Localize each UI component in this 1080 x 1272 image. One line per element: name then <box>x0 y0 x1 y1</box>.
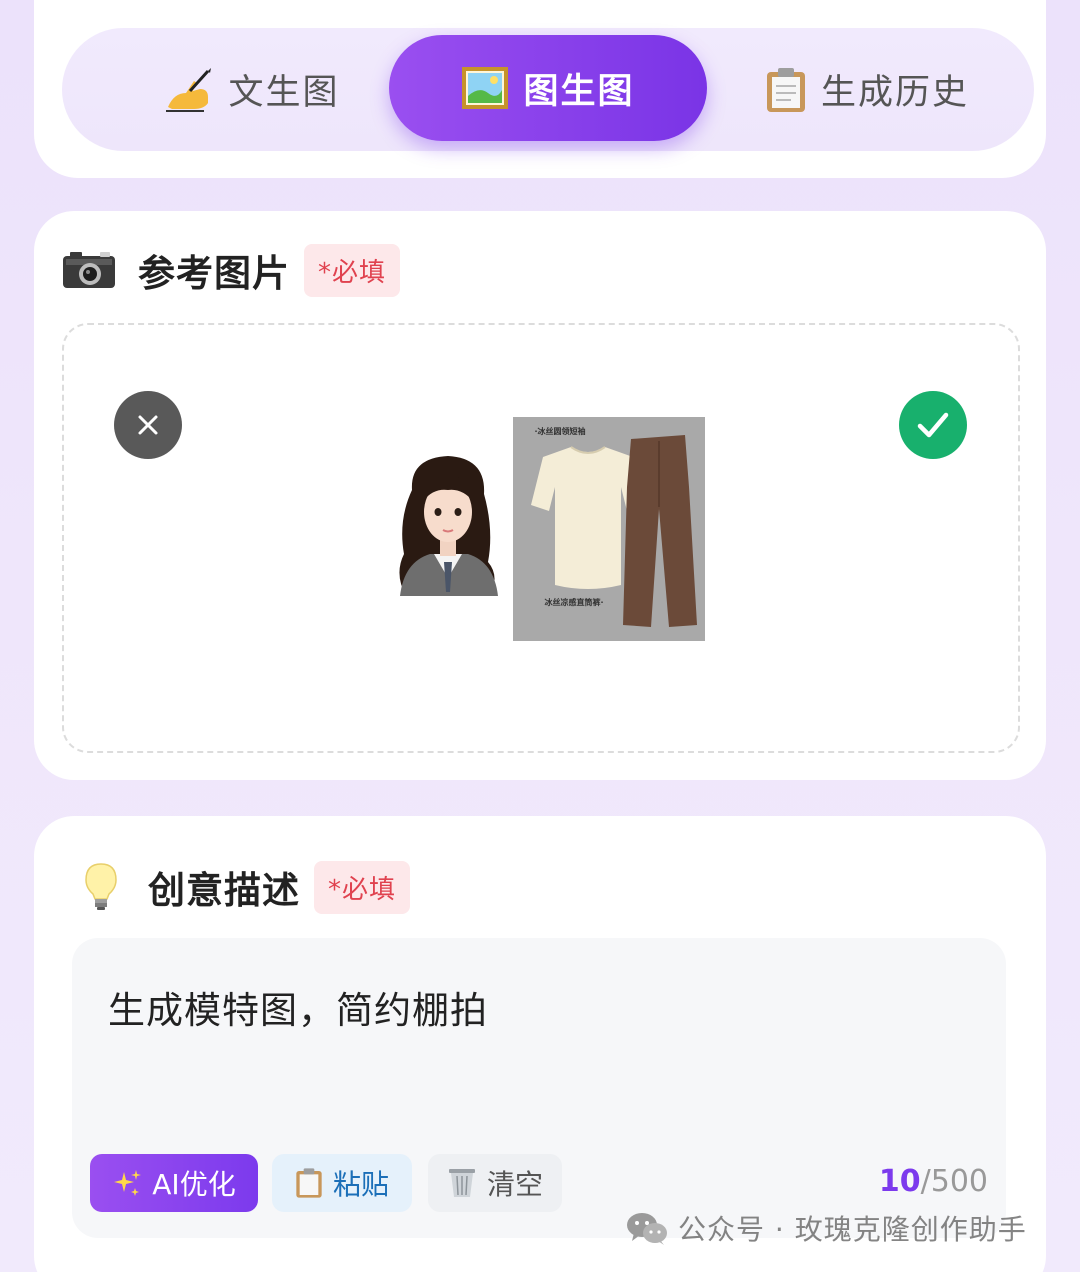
reference-outfit-image: ·冰丝圆领短袖 冰丝凉感直筒裤· <box>513 417 705 641</box>
confirm-image-button[interactable] <box>899 391 967 459</box>
description-card: 创意描述 *必填 生成模特图，简约棚拍 AI优化 粘贴 清空 10/500 <box>34 816 1046 1272</box>
remove-image-button[interactable] <box>114 391 182 459</box>
clear-button[interactable]: 清空 <box>428 1154 562 1212</box>
wastebasket-icon <box>448 1169 475 1197</box>
character-counter: 10/500 <box>879 1164 988 1199</box>
lightbulb-icon <box>85 863 117 910</box>
watermark-text: 公众号 · 玫瑰克隆创作助手 <box>678 1213 1027 1246</box>
ai-optimize-button[interactable]: AI优化 <box>90 1154 258 1212</box>
clipboard-icon <box>296 1168 322 1198</box>
tab-label: 生成历史 <box>820 73 969 113</box>
sparkles-icon <box>114 1170 142 1196</box>
watermark: 公众号 · 玫瑰克隆创作助手 <box>626 1208 1027 1248</box>
paste-label: 粘贴 <box>332 1168 389 1201</box>
tab-label: 图生图 <box>523 71 635 112</box>
tab-text-to-image[interactable]: 文生图 <box>102 28 402 151</box>
reference-portrait-image <box>390 450 508 596</box>
required-badge: *必填 <box>314 860 411 914</box>
tab-label: 文生图 <box>228 73 340 113</box>
tab-image-to-image[interactable]: 图生图 <box>389 35 707 141</box>
camera-icon <box>63 252 115 288</box>
paste-button[interactable]: 粘贴 <box>272 1154 412 1212</box>
writing-hand-icon <box>166 67 212 112</box>
reference-section-header: 参考图片 *必填 <box>62 243 401 297</box>
character-count-max: /500 <box>920 1164 988 1199</box>
framed-picture-icon <box>462 67 509 109</box>
reference-image-card: 参考图片 *必填 ·冰丝圆领短袖 冰丝凉感直筒裤· <box>34 211 1046 780</box>
reference-title: 参考图片 <box>138 252 290 295</box>
wechat-icon <box>627 1213 667 1245</box>
character-count-current: 10 <box>878 1164 921 1199</box>
description-section-header: 创意描述 *必填 <box>84 860 411 914</box>
description-title: 创意描述 <box>148 869 300 912</box>
outfit-caption-bottom: 冰丝凉感直筒裤· <box>544 598 604 607</box>
mode-tab-card: 文生图 图生图 生成历史 <box>34 0 1046 178</box>
clipboard-icon <box>766 67 805 112</box>
outfit-caption-top: ·冰丝圆领短袖 <box>534 427 586 436</box>
description-textarea[interactable]: 生成模特图，简约棚拍 AI优化 粘贴 清空 10/500 <box>72 938 1006 1238</box>
description-text: 生成模特图，简约棚拍 <box>108 989 488 1032</box>
image-upload-area[interactable]: ·冰丝圆领短袖 冰丝凉感直筒裤· <box>62 323 1020 753</box>
checkmark-icon <box>917 412 949 438</box>
mode-tab-bar: 文生图 图生图 生成历史 <box>62 28 1034 151</box>
ai-optimize-label: AI优化 <box>152 1168 236 1201</box>
tab-history[interactable]: 生成历史 <box>722 28 1012 151</box>
required-badge: *必填 <box>304 243 401 297</box>
close-icon <box>138 415 158 435</box>
clear-label: 清空 <box>486 1168 543 1201</box>
